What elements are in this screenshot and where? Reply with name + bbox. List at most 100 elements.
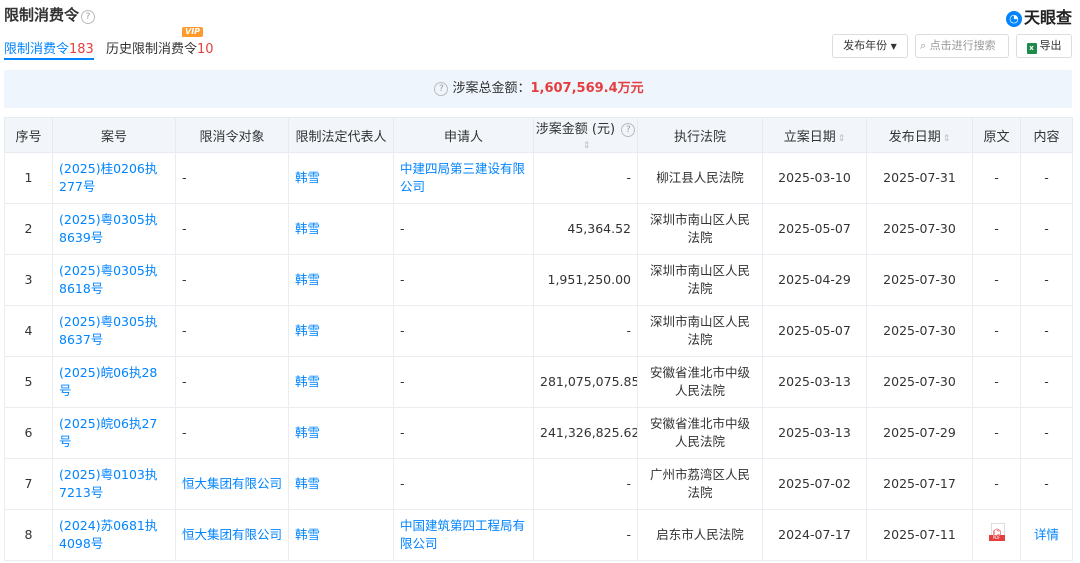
case-number-link[interactable]: (2025)粤0305执8637号 [52,305,176,357]
col-header-no: 序号 [4,117,53,153]
case-amount: 281,075,075.85 [533,356,638,408]
case-number-link[interactable]: (2025)粤0103执7213号 [52,458,176,510]
table-row: 7 (2025)粤0103执7213号 恒大集团有限公司 韩雪 - - 广州市荔湾区人民法院… [4,458,1073,510]
tab-restriction-orders[interactable]: 限制消费令183 [4,38,94,60]
row-number: 7 [4,458,53,510]
restriction-table: 序号 案号 限消令对象 限制法定代表人 申请人 涉案金额 (元) ?⇕ 执行法院… [4,117,1073,561]
target-entity[interactable]: 恒大集团有限公司 [175,509,289,561]
table-row: 5 (2025)皖06执28号 - 韩雪 -281,075,075.85 安徽省淮北市中级… [4,356,1073,408]
legal-rep-link[interactable]: 韩雪 [288,305,394,357]
original-doc: - [972,458,1021,510]
legal-rep-link[interactable]: 韩雪 [288,203,394,255]
case-amount: - [533,509,638,561]
filed-date: 2024-07-17 [762,509,867,561]
table-row: 4 (2025)粤0305执8637号 - 韩雪 - - 深圳市南山区人民法院 2025-05… [4,305,1073,357]
case-amount: - [533,305,638,357]
original-doc: - [972,254,1021,306]
applicant: - [393,305,534,357]
target-entity[interactable]: 恒大集团有限公司 [175,458,289,510]
question-icon[interactable]: ? [621,123,636,137]
tianyancha-logo[interactable]: ◔ 天眼查 [1005,4,1072,28]
target-entity: - [175,305,289,357]
publish-year-dropdown[interactable]: 发布年份 ▼ [832,34,908,58]
sort-icon[interactable]: ⇕ [838,134,846,144]
applicant[interactable]: 中建四局第三建设有限公司 [393,152,534,204]
court-name: 启东市人民法院 [637,509,763,561]
original-doc: - [972,305,1021,357]
original-doc: - [972,356,1021,408]
published-date: 2025-07-30 [866,305,973,357]
court-name: 广州市荔湾区人民法院 [637,458,763,510]
published-date: 2025-07-29 [866,407,973,459]
filed-date: 2025-05-07 [762,203,867,255]
court-name: 柳江县人民法院 [637,152,763,204]
row-number: 8 [4,509,53,561]
published-date: 2025-07-31 [866,152,973,204]
col-header-rep: 限制法定代表人 [288,117,394,153]
sort-icon[interactable]: ⇕ [583,141,591,151]
legal-rep-link[interactable]: 韩雪 [288,152,394,204]
table-row: 3 (2025)粤0305执8618号 - 韩雪 -1,951,250.00 深圳市南山区… [4,254,1073,306]
table-row: 6 (2025)皖06执27号 - 韩雪 -241,326,825.62 安徽省淮北市中级… [4,407,1073,459]
legal-rep-link[interactable]: 韩雪 [288,407,394,459]
pdf-icon[interactable]: ⌬ PDF [988,522,1005,543]
target-entity: - [175,152,289,204]
published-date: 2025-07-11 [866,509,973,561]
content-detail: - [1020,254,1073,306]
content-detail[interactable]: 详情 [1020,509,1073,561]
content-detail: - [1020,305,1073,357]
col-header-published-date[interactable]: 发布日期 ⇕ [866,117,973,153]
col-header-filed-date[interactable]: 立案日期 ⇕ [762,117,867,153]
filed-date: 2025-05-07 [762,305,867,357]
filed-date: 2025-03-13 [762,407,867,459]
row-number: 6 [4,407,53,459]
original-doc: - [972,203,1021,255]
table-row: 8 (2024)苏0681执4098号 恒大集团有限公司 韩雪 中国建筑第四工程局有限公… [4,509,1073,561]
case-amount: - [533,458,638,510]
row-number: 4 [4,305,53,357]
filed-date: 2025-03-13 [762,356,867,408]
case-number-link[interactable]: (2025)粤0305执8618号 [52,254,176,306]
content-detail: - [1020,407,1073,459]
content-detail: - [1020,203,1073,255]
row-number: 2 [4,203,53,255]
row-number: 5 [4,356,53,408]
legal-rep-link[interactable]: 韩雪 [288,458,394,510]
case-number-link[interactable]: (2025)皖06执27号 [52,407,176,459]
original-doc: - [972,152,1021,204]
case-number-link[interactable]: (2025)粤0305执8639号 [52,203,176,255]
original-doc: - [972,407,1021,459]
case-number-link[interactable]: (2024)苏0681执4098号 [52,509,176,561]
search-input[interactable]: ⌕ 点击进行搜索 [915,34,1009,58]
filed-date: 2025-07-02 [762,458,867,510]
question-icon[interactable]: ? [81,10,96,24]
search-icon: ⌕ [920,39,927,52]
court-name: 深圳市南山区人民法院 [637,305,763,357]
tab-history-restriction-orders[interactable]: 历史限制消费令10 VIP [106,27,214,57]
col-header-case: 案号 [52,117,176,153]
target-entity: - [175,254,289,306]
col-header-court: 执行法院 [637,117,763,153]
case-number-link[interactable]: (2025)皖06执28号 [52,356,176,408]
filed-date: 2025-04-29 [762,254,867,306]
applicant[interactable]: 中国建筑第四工程局有限公司 [393,509,534,561]
question-icon[interactable]: ? [434,82,449,96]
case-number-link[interactable]: (2025)桂0206执277号 [52,152,176,204]
page-header: 限制消费令? ◔ 天眼查 [0,0,1080,30]
filed-date: 2025-03-10 [762,152,867,204]
original-doc[interactable]: ⌬ PDF [972,509,1021,561]
table-row: 2 (2025)粤0305执8639号 - 韩雪 -45,364.52 深圳市南山区人民法… [4,203,1073,255]
col-header-amount[interactable]: 涉案金额 (元) ?⇕ [533,117,638,153]
legal-rep-link[interactable]: 韩雪 [288,356,394,408]
target-entity: - [175,407,289,459]
case-amount: 45,364.52 [533,203,638,255]
applicant: - [393,407,534,459]
content-detail: - [1020,458,1073,510]
export-button[interactable]: x 导出 [1016,34,1072,58]
target-entity: - [175,203,289,255]
legal-rep-link[interactable]: 韩雪 [288,509,394,561]
logo-icon: ◔ [1005,11,1022,27]
sort-icon[interactable]: ⇕ [943,134,951,144]
legal-rep-link[interactable]: 韩雪 [288,254,394,306]
court-name: 深圳市南山区人民法院 [637,203,763,255]
